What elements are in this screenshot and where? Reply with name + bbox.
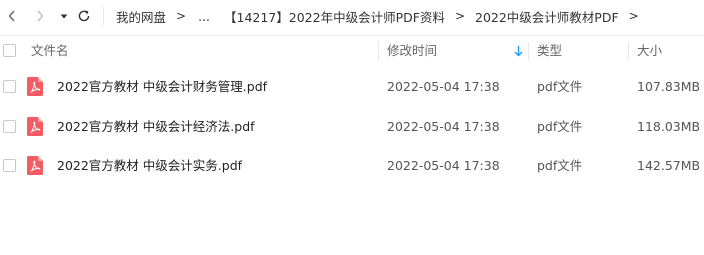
file-modified-time: 2022-05-04 17:38: [387, 79, 500, 94]
file-row[interactable]: 2022官方教材 中级会计实务.pdf 2022-05-04 17:38 pdf…: [0, 146, 704, 185]
file-row[interactable]: 2022官方教材 中级会计财务管理.pdf 2022-05-04 17:38 p…: [0, 67, 704, 106]
file-type: pdf文件: [537, 79, 583, 94]
breadcrumb-separator: >: [454, 9, 465, 23]
file-type: pdf文件: [537, 119, 583, 134]
file-size: 107.83MB: [637, 79, 701, 94]
caret-down-icon[interactable]: [54, 6, 74, 26]
breadcrumb-folder-1[interactable]: 【14217】2022年中级会计师PDF资料: [224, 7, 445, 26]
file-name[interactable]: 2022官方教材 中级会计经济法.pdf: [57, 107, 255, 146]
column-header-size[interactable]: 大小: [637, 36, 662, 66]
toolbar: 我的网盘 > ... 【14217】2022年中级会计师PDF资料 > 2022…: [0, 0, 704, 34]
file-type: pdf文件: [537, 158, 583, 173]
file-row[interactable]: 2022官方教材 中级会计经济法.pdf 2022-05-04 17:38 pd…: [0, 107, 704, 146]
file-name[interactable]: 2022官方教材 中级会计实务.pdf: [57, 146, 242, 185]
breadcrumb-separator: >: [176, 9, 187, 23]
breadcrumb-trailing-separator[interactable]: >: [629, 9, 639, 23]
chevron-left-icon[interactable]: [2, 6, 22, 26]
column-divider[interactable]: [528, 42, 529, 60]
pdf-file-icon: [27, 117, 43, 136]
chevron-right-icon[interactable]: [30, 6, 50, 26]
breadcrumb: 我的网盘 > ... 【14217】2022年中级会计师PDF资料 > 2022…: [116, 7, 649, 25]
file-name[interactable]: 2022官方教材 中级会计财务管理.pdf: [57, 67, 267, 106]
select-all-checkbox[interactable]: [3, 44, 16, 57]
breadcrumb-root[interactable]: 我的网盘: [116, 7, 166, 26]
column-header-modified[interactable]: 修改时间: [387, 36, 437, 66]
column-header-type[interactable]: 类型: [537, 36, 562, 66]
pdf-file-icon: [27, 156, 43, 175]
file-modified-time: 2022-05-04 17:38: [387, 158, 500, 173]
sort-descending-icon[interactable]: [514, 45, 523, 57]
pdf-file-icon: [27, 77, 43, 96]
row-checkbox[interactable]: [3, 80, 16, 93]
breadcrumb-ellipsis[interactable]: ...: [198, 9, 210, 24]
column-divider[interactable]: [378, 42, 379, 60]
file-size: 118.03MB: [637, 119, 701, 134]
file-list-header: 文件名 修改时间 类型 大小: [0, 35, 704, 65]
file-modified-time: 2022-05-04 17:38: [387, 119, 500, 134]
refresh-icon[interactable]: [74, 6, 94, 26]
toolbar-divider: [103, 7, 104, 25]
row-checkbox[interactable]: [3, 159, 16, 172]
column-header-name[interactable]: 文件名: [31, 36, 69, 66]
file-size: 142.57MB: [637, 158, 701, 173]
row-checkbox[interactable]: [3, 120, 16, 133]
breadcrumb-folder-2[interactable]: 2022中级会计师教材PDF: [475, 7, 619, 26]
column-divider[interactable]: [628, 42, 629, 60]
